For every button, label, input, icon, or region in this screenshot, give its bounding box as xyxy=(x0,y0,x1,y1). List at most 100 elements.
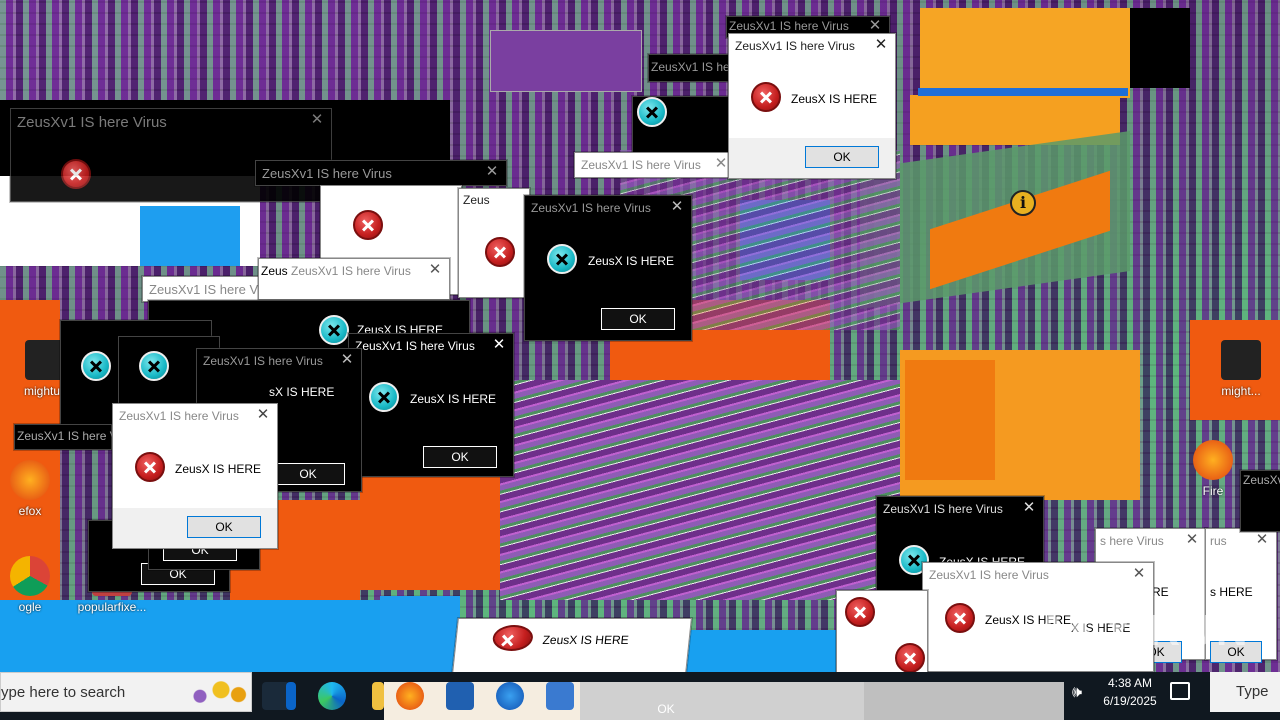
error-icon xyxy=(135,452,165,482)
volume-icon[interactable]: 🕪 xyxy=(1072,684,1092,704)
x-circle-icon xyxy=(319,315,349,345)
desktop-icon-label: efox xyxy=(18,504,42,518)
dialog-title: s here Virus xyxy=(1100,534,1164,548)
dialog-message: sX IS HERE xyxy=(269,385,335,399)
dialog-title: ZeusXv1 IS here Virus xyxy=(203,354,323,368)
x-circle-icon xyxy=(139,351,169,381)
dialog-title: ZeusXv1 IS here Virus xyxy=(581,158,701,172)
close-icon: ✕ xyxy=(310,111,324,128)
close-icon[interactable]: ✕ xyxy=(873,36,889,54)
error-icon xyxy=(353,210,383,240)
error-icon xyxy=(491,625,535,651)
x-circle-icon xyxy=(547,244,577,274)
dialog-title-zeus: Zeus xyxy=(261,264,288,278)
close-icon[interactable]: ✕ xyxy=(491,336,507,354)
error-icon xyxy=(485,237,515,267)
virus-dialog-partial: ZeusXv xyxy=(1240,470,1280,532)
clock-date[interactable]: 6/19/2025 xyxy=(1100,694,1160,708)
error-icon xyxy=(751,82,781,112)
search-input[interactable]: ype here to search xyxy=(0,672,252,712)
dialog-title: ZeusXv1 IS here Virus xyxy=(119,409,239,423)
virus-dialog: ZeusXv1 IS here Virus ✕ ZeusX IS HERE OK xyxy=(524,195,692,341)
glitch-block xyxy=(686,630,836,672)
info-icon: i xyxy=(1010,190,1036,216)
folder-icon[interactable] xyxy=(446,682,474,710)
dialog-title: ZeusXv1 IS here Virus xyxy=(531,201,651,215)
close-icon[interactable]: ✕ xyxy=(427,261,443,279)
error-icon xyxy=(945,603,975,633)
firefox-alt-icon[interactable] xyxy=(496,682,524,710)
dialog-message: ZeusX IS HERE xyxy=(410,392,497,406)
dialog-title: ZeusXv1 IS here Virus xyxy=(735,39,855,53)
glitch-block xyxy=(140,206,240,266)
dialog-title: ZeusXv1 IS here Virus xyxy=(291,264,411,278)
clock-time[interactable]: 4:38 AM xyxy=(1100,676,1160,690)
type-box[interactable]: Type xyxy=(1210,672,1280,712)
ok-button[interactable]: OK xyxy=(805,146,879,168)
ok-button[interactable]: OK xyxy=(423,446,497,468)
glitch-block xyxy=(920,8,1130,98)
close-icon[interactable]: ✕ xyxy=(1021,499,1037,517)
ok-button[interactable]: OK xyxy=(601,308,675,330)
ok-button[interactable]: OK xyxy=(630,700,702,718)
virus-dialog-partial: Zeus xyxy=(458,188,530,298)
notification-icon[interactable] xyxy=(1170,682,1190,700)
edge-icon[interactable] xyxy=(286,682,296,710)
desktop-icon-label: popularfixe... xyxy=(77,600,147,614)
virus-dialog: ZeusXv1 IS here Virus ✕ ZeusX IS HERE OK xyxy=(728,33,896,179)
close-icon[interactable]: ✕ xyxy=(255,406,271,424)
app-window-icon[interactable] xyxy=(546,682,574,710)
desktop-icon-firefox[interactable]: efox xyxy=(0,460,60,518)
glitch-block xyxy=(490,30,642,92)
glitch-block xyxy=(905,360,995,480)
firefox-icon[interactable] xyxy=(396,682,424,710)
close-icon[interactable]: ✕ xyxy=(339,351,355,369)
anyrun-watermark: ANY RUN xyxy=(1036,606,1250,655)
dialog-title: ZeusXv1 IS he xyxy=(651,60,730,74)
dialog-title: ZeusXv1 IS here Virus xyxy=(929,568,1049,582)
ok-button[interactable]: OK xyxy=(271,463,345,485)
virus-dialog-partial xyxy=(632,96,730,154)
close-icon[interactable]: ✕ xyxy=(1184,531,1200,549)
dialog-title: ZeusXv1 IS here Virus xyxy=(729,19,849,33)
glitch-block xyxy=(1130,8,1190,88)
x-circle-icon xyxy=(81,351,111,381)
desktop-icon-firefox-2[interactable]: Fire xyxy=(1188,440,1238,498)
error-icon xyxy=(845,597,875,627)
desktop-icon-mightus-2[interactable]: might... xyxy=(1206,340,1276,398)
virus-dialog-partial: ZeusXv1 IS he xyxy=(648,54,730,82)
error-icon xyxy=(895,643,925,672)
close-icon[interactable]: ✕ xyxy=(669,198,685,216)
file-explorer-icon[interactable] xyxy=(372,682,384,710)
dialog-message: ZeusX IS HERE xyxy=(791,92,878,106)
chrome-icon xyxy=(10,556,50,596)
x-circle-icon xyxy=(637,97,667,127)
close-icon: ✕ xyxy=(485,163,499,180)
desktop-icon-google[interactable]: ogle xyxy=(0,556,60,614)
desktop: i mightus efox ogle popularfixe... Fire … xyxy=(0,0,1280,672)
glitch-block xyxy=(918,88,1128,96)
close-icon[interactable]: ✕ xyxy=(1131,565,1147,583)
dialog-message: ZeusX IS HERE xyxy=(175,462,262,476)
virus-dialog-ghost: ZeusXv1 IS here Virus ✕ xyxy=(574,152,736,178)
virus-dialog-stack: ZeusXv1 IS here Virus xyxy=(14,424,137,450)
virus-dialog-warped: ZeusX IS HERE xyxy=(452,618,692,672)
app-icon xyxy=(25,340,65,380)
close-icon: ✕ xyxy=(714,155,728,172)
dialog-title: Zeus xyxy=(463,193,490,207)
close-icon[interactable]: ✕ xyxy=(1254,531,1270,549)
dialog-title: ZeusXv1 IS here Virus xyxy=(17,114,167,131)
app-icon xyxy=(1221,340,1261,380)
dialog-message: s HERE xyxy=(1210,585,1253,599)
virus-dialog: ZeusXv1 IS here Virus ✕ ZeusX IS HERE OK xyxy=(112,403,278,549)
desktop-icon-label: might... xyxy=(1221,384,1261,398)
virus-dialog-ghost: ZeusXv1 IS here Virus ✕ xyxy=(255,160,507,186)
ok-button[interactable]: OK xyxy=(187,516,261,538)
firefox-icon xyxy=(1193,440,1233,480)
dialog-message: ZeusX IS HERE xyxy=(588,254,675,268)
edge-browser-icon[interactable] xyxy=(318,682,346,710)
x-circle-icon xyxy=(369,382,399,412)
dialog-title: ZeusXv1 IS here Virus xyxy=(883,502,1003,516)
virus-dialog-ghost: ZeusXv1 IS here Virus xyxy=(142,276,279,302)
dialog-title: ZeusXv xyxy=(1243,473,1280,487)
